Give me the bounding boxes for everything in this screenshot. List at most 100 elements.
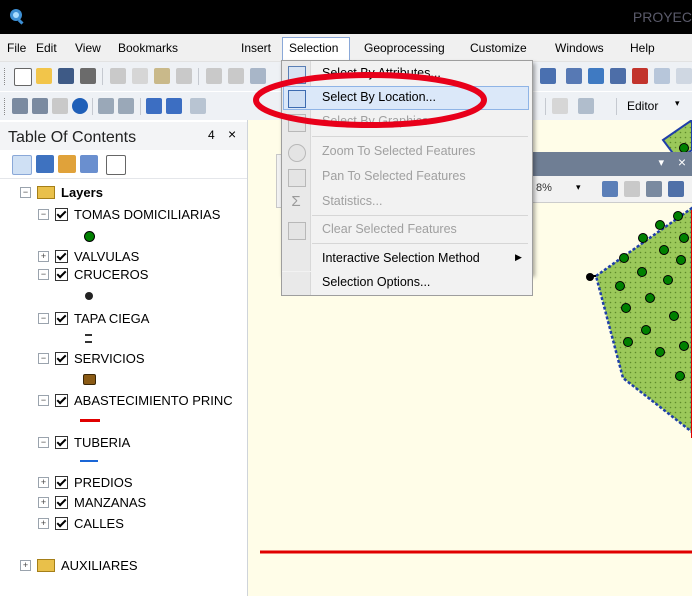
- scale-dropdown-icon[interactable]: ▾: [576, 182, 581, 193]
- menu-item-select-by-location[interactable]: Select By Location...: [283, 86, 529, 110]
- list-by-source-icon[interactable]: [36, 155, 54, 173]
- menu-item-interactive-selection-method[interactable]: Interactive Selection Method ▶: [283, 247, 529, 271]
- editor-toolbar-icon[interactable]: [540, 68, 556, 84]
- layer-visibility-checkbox[interactable]: [55, 496, 68, 510]
- menu-insert[interactable]: Insert: [241, 41, 271, 55]
- menu-customize[interactable]: Customize: [470, 41, 527, 55]
- table-icon[interactable]: [566, 68, 582, 84]
- list-by-visibility-icon[interactable]: [58, 155, 76, 173]
- zoom-in-icon[interactable]: [12, 98, 28, 114]
- expand-icon[interactable]: +: [38, 497, 49, 509]
- scale-field[interactable]: 8%: [536, 182, 552, 194]
- zoom-out-icon[interactable]: [32, 98, 48, 114]
- python-window-icon[interactable]: [654, 68, 670, 84]
- catalog-icon[interactable]: [610, 68, 626, 84]
- undo-icon[interactable]: [206, 68, 222, 84]
- arcmap-app-icon[interactable]: [8, 7, 26, 25]
- layer-visibility-checkbox[interactable]: [55, 394, 68, 408]
- list-by-selection-icon[interactable]: [80, 155, 98, 173]
- collapse-icon[interactable]: −: [38, 395, 49, 407]
- toc-pin-icon[interactable]: 4: [208, 128, 215, 142]
- fixed-zoom-in-icon[interactable]: [98, 98, 114, 114]
- fixed-zoom-out-icon[interactable]: [118, 98, 134, 114]
- layer-visibility-checkbox[interactable]: [55, 352, 68, 366]
- layer-visibility-checkbox[interactable]: [55, 208, 68, 222]
- layer-visibility-checkbox[interactable]: [55, 436, 68, 450]
- html-popup-icon[interactable]: [552, 98, 568, 114]
- layer-visibility-checkbox[interactable]: [55, 312, 68, 326]
- editor-dropdown-arrow-icon[interactable]: ▾: [675, 98, 680, 109]
- menu-item-selection-options[interactable]: Selection Options...: [283, 271, 529, 295]
- open-folder-icon[interactable]: [36, 68, 52, 84]
- save-icon[interactable]: [58, 68, 74, 84]
- go-back-icon[interactable]: [146, 98, 162, 114]
- menu-item-pan-to-selected[interactable]: Pan To Selected Features: [283, 165, 529, 189]
- toc-layer-tuberia[interactable]: − TUBERIA: [38, 434, 130, 452]
- menu-item-clear-selected[interactable]: Clear Selected Features: [283, 218, 529, 242]
- toc-group-layers[interactable]: − Layers: [20, 184, 103, 202]
- editor-menu-label[interactable]: Editor: [627, 99, 658, 113]
- add-data-icon[interactable]: [250, 68, 266, 84]
- expand-icon[interactable]: +: [38, 477, 49, 489]
- list-by-drawing-order-icon[interactable]: [12, 155, 32, 175]
- layer-visibility-checkbox[interactable]: [55, 268, 68, 282]
- tool-icon-b[interactable]: [668, 181, 684, 197]
- toc-layer-valvulas[interactable]: + VALVULAS: [38, 248, 139, 266]
- paste-icon[interactable]: [154, 68, 170, 84]
- menu-windows[interactable]: Windows: [555, 41, 604, 55]
- menu-item-select-by-attributes[interactable]: Select By Attributes...: [283, 62, 529, 86]
- arctoolbox-icon[interactable]: [632, 68, 648, 84]
- pan-hand-icon[interactable]: [52, 98, 68, 114]
- collapse-icon[interactable]: −: [38, 313, 49, 325]
- menu-geoprocessing[interactable]: Geoprocessing: [364, 41, 445, 55]
- expand-icon[interactable]: +: [38, 251, 49, 263]
- toc-layer-abastecimiento-princ[interactable]: − ABASTECIMIENTO PRINC: [38, 392, 233, 410]
- toc-layer-predios[interactable]: + PREDIOS: [38, 474, 133, 492]
- go-forward-icon[interactable]: [166, 98, 182, 114]
- toc-layer-tomas-domiciliarias[interactable]: − TOMAS DOMICILIARIAS: [38, 206, 220, 224]
- menu-selection[interactable]: Selection: [289, 41, 338, 55]
- collapse-icon[interactable]: −: [38, 353, 49, 365]
- toc-window-icon[interactable]: [588, 68, 604, 84]
- collapse-icon[interactable]: −: [38, 209, 49, 221]
- layer-visibility-checkbox[interactable]: [55, 250, 68, 264]
- new-document-icon[interactable]: [14, 68, 32, 86]
- toc-group-auxiliares[interactable]: + AUXILIARES: [20, 557, 138, 575]
- cut-icon[interactable]: [110, 68, 126, 84]
- menu-help[interactable]: Help: [630, 41, 655, 55]
- toc-close-icon[interactable]: ×: [228, 126, 236, 142]
- print-icon[interactable]: [80, 68, 96, 84]
- floating-window-close-icon[interactable]: ×: [678, 154, 686, 170]
- collapse-icon[interactable]: −: [20, 187, 31, 199]
- tool-icon-a[interactable]: [646, 181, 662, 197]
- full-extent-icon[interactable]: [72, 98, 88, 114]
- menu-bookmarks[interactable]: Bookmarks: [118, 41, 178, 55]
- select-elements-icon[interactable]: [190, 98, 206, 114]
- copy-icon[interactable]: [132, 68, 148, 84]
- expand-icon[interactable]: +: [20, 560, 31, 572]
- toc-layer-servicios[interactable]: − SERVICIOS: [38, 350, 145, 368]
- menu-view[interactable]: View: [75, 41, 101, 55]
- toc-layer-cruceros[interactable]: − CRUCEROS: [38, 266, 148, 284]
- page-icon[interactable]: [624, 181, 640, 197]
- toc-layer-manzanas[interactable]: + MANZANAS: [38, 494, 146, 512]
- redo-icon[interactable]: [228, 68, 244, 84]
- collapse-icon[interactable]: −: [38, 437, 49, 449]
- menu-item-select-by-graphics[interactable]: Select By Graphics: [283, 110, 529, 134]
- layer-visibility-checkbox[interactable]: [55, 476, 68, 490]
- toc-options-icon[interactable]: [106, 155, 126, 175]
- layout-view-icon[interactable]: [602, 181, 618, 197]
- measure-icon[interactable]: [578, 98, 594, 114]
- menu-item-zoom-to-selected[interactable]: Zoom To Selected Features: [283, 140, 529, 164]
- collapse-icon[interactable]: −: [38, 269, 49, 281]
- menu-file[interactable]: File: [7, 41, 26, 55]
- model-builder-icon[interactable]: [676, 68, 692, 84]
- menu-item-statistics[interactable]: Σ Statistics...: [283, 190, 529, 214]
- toc-layer-calles[interactable]: + CALLES: [38, 515, 124, 533]
- menu-edit[interactable]: Edit: [36, 41, 57, 55]
- toc-layer-tapa-ciega[interactable]: − TAPA CIEGA: [38, 310, 149, 328]
- expand-icon[interactable]: +: [38, 518, 49, 530]
- floating-window-dropdown-icon[interactable]: ▾: [658, 156, 664, 169]
- layer-visibility-checkbox[interactable]: [55, 517, 68, 531]
- delete-icon[interactable]: [176, 68, 192, 84]
